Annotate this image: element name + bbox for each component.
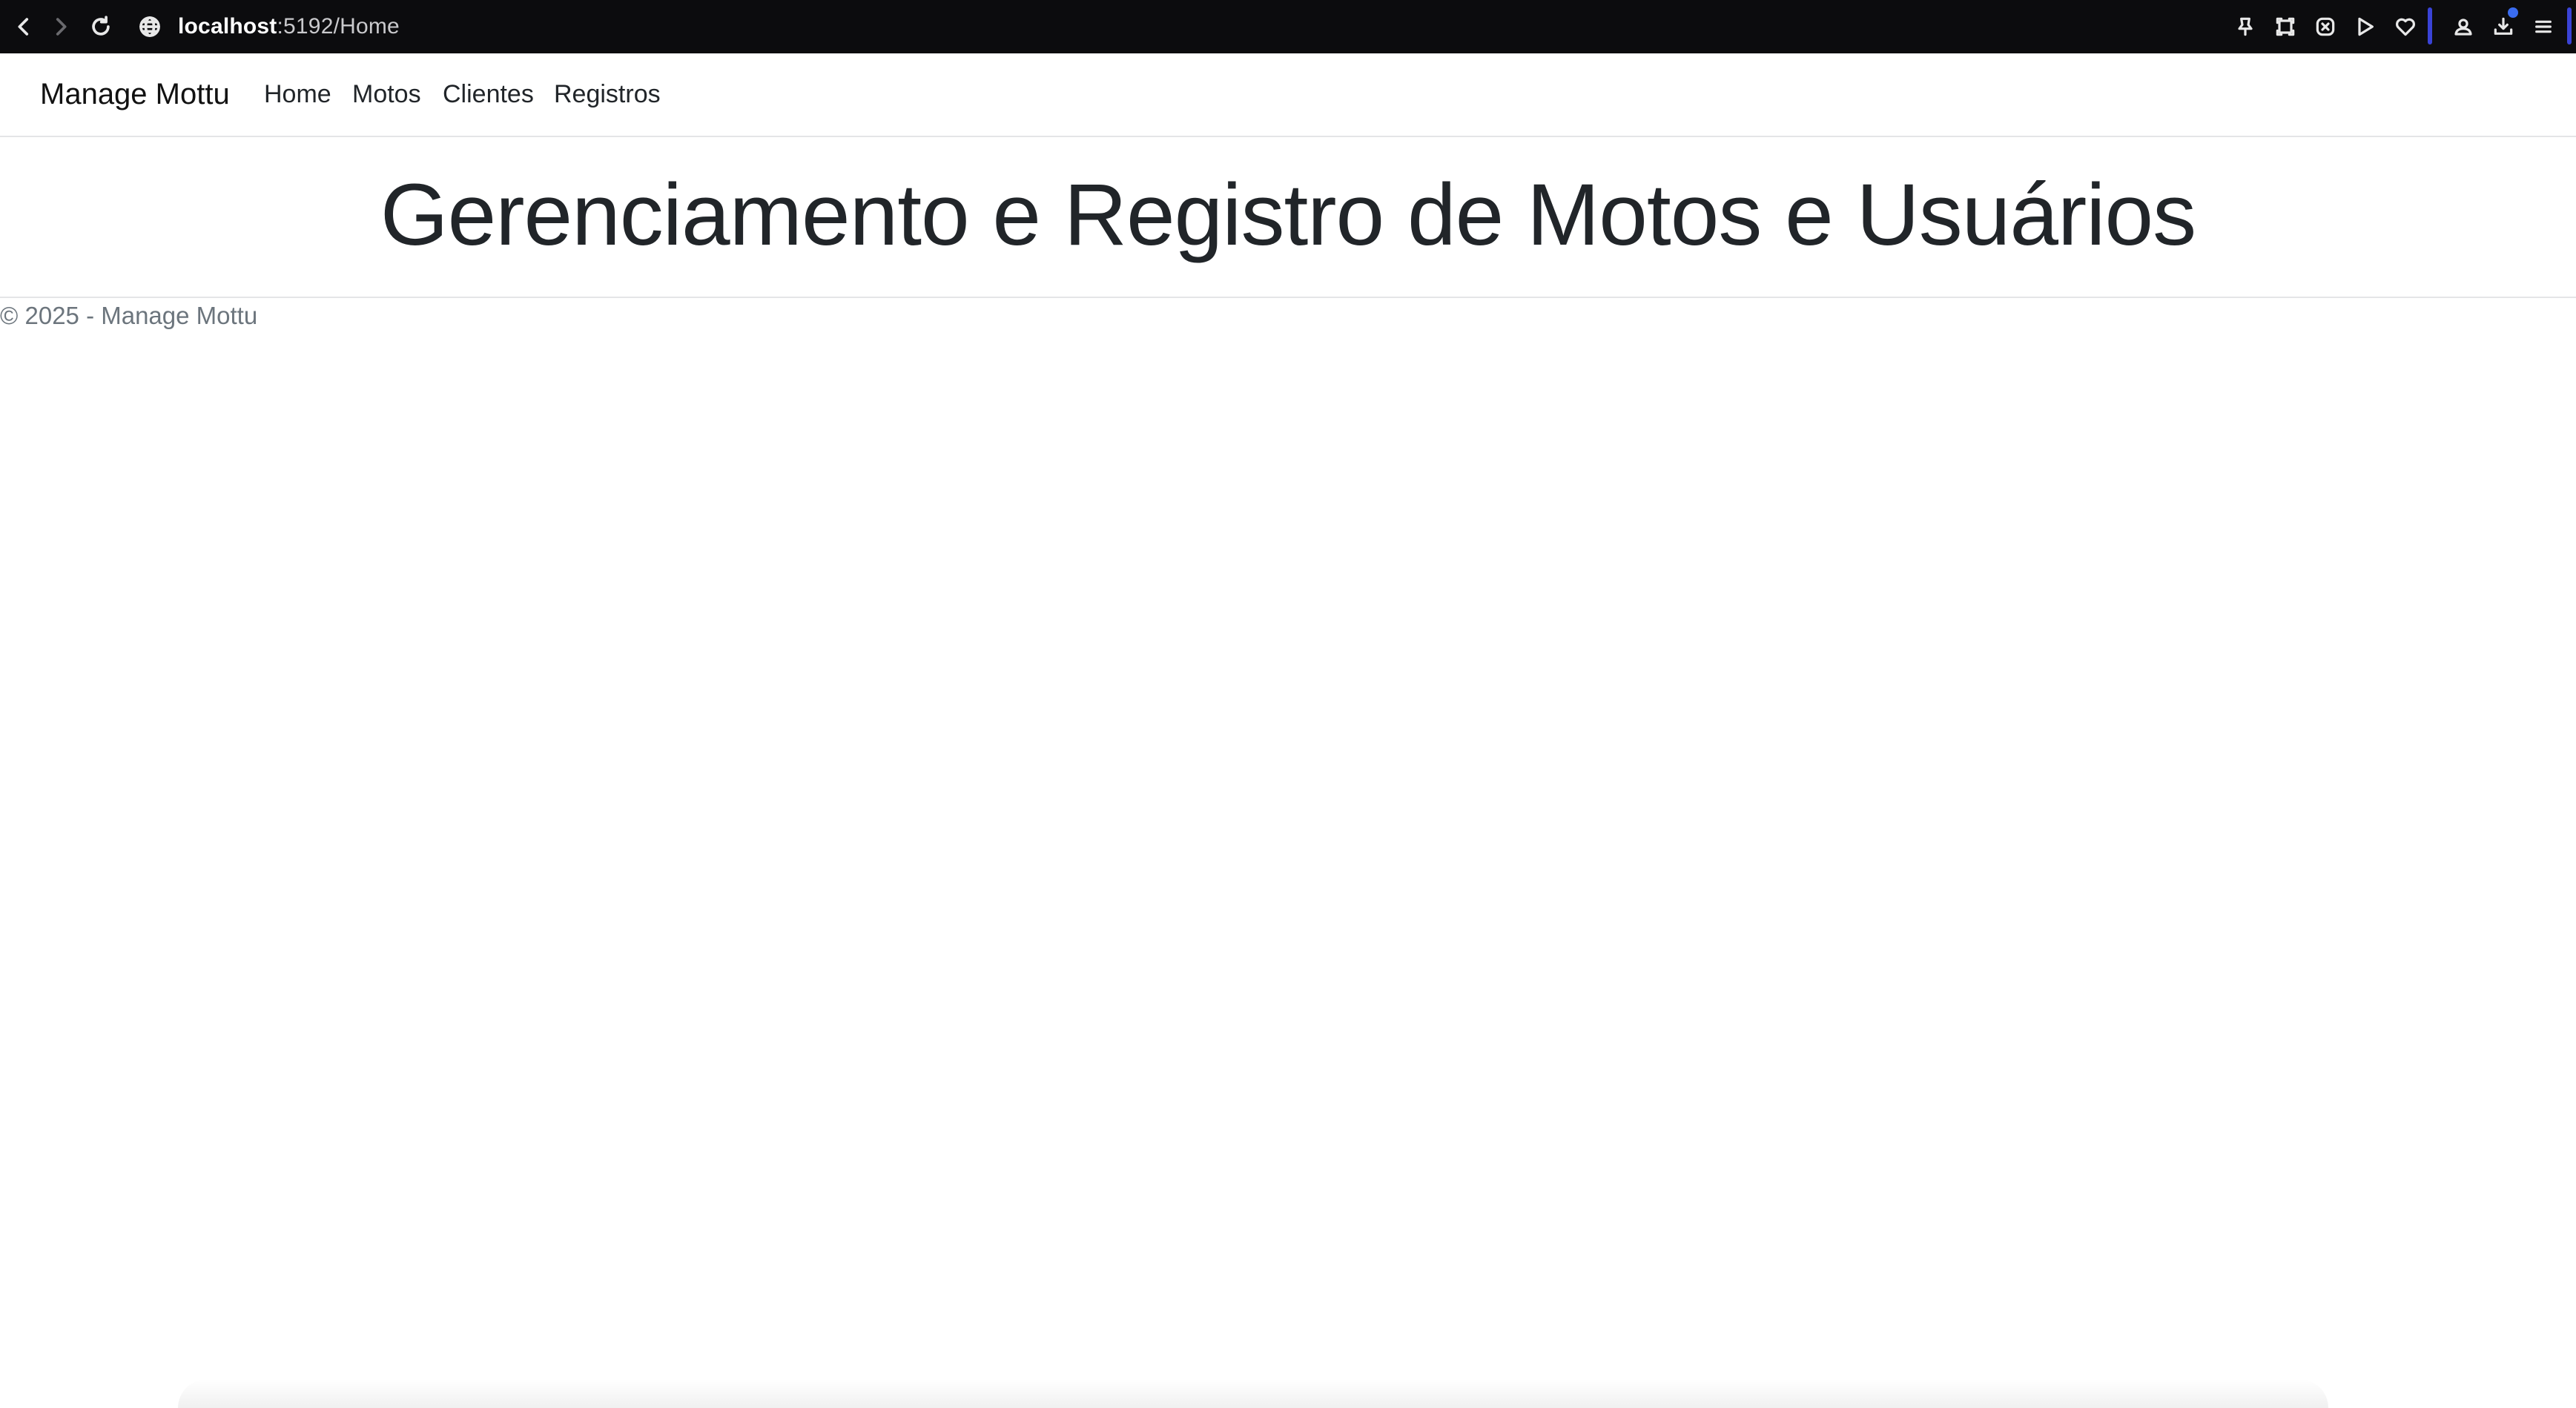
screenshot-button[interactable] [2270, 12, 2300, 42]
brand-link[interactable]: Manage Mottu [40, 76, 230, 113]
nav-link-registros[interactable]: Registros [554, 79, 661, 110]
nav-link-motos[interactable]: Motos [352, 79, 421, 110]
globe-icon [139, 16, 160, 37]
menu-button[interactable] [2529, 12, 2558, 42]
download-badge [2508, 7, 2518, 18]
browser-toolbar: localhost:5192/Home [0, 0, 2576, 53]
forward-button[interactable] [44, 10, 77, 43]
screenshot-icon [2276, 17, 2295, 36]
reload-icon [92, 16, 110, 36]
profile-button[interactable] [2448, 12, 2478, 42]
toolbar-edge [2567, 7, 2572, 44]
site-info-button[interactable] [133, 10, 166, 43]
nav-link-clientes[interactable]: Clientes [443, 79, 534, 110]
profile-icon [2454, 19, 2472, 36]
app-navbar: Manage Mottu Home Motos Clientes Registr… [0, 53, 2576, 137]
pin-icon [2238, 17, 2253, 36]
forward-icon [56, 18, 67, 36]
pin-button[interactable] [2230, 12, 2260, 42]
send-icon [2358, 17, 2374, 36]
reload-button[interactable] [85, 10, 117, 43]
heart-icon [2396, 18, 2415, 36]
download-icon [2494, 17, 2513, 35]
menu-icon [2535, 20, 2552, 33]
favorites-button[interactable] [2391, 12, 2420, 42]
footer-divider [0, 297, 2576, 298]
shield-button[interactable] [2311, 12, 2340, 42]
back-icon [18, 18, 29, 36]
window-shadow [178, 1379, 2328, 1408]
send-button[interactable] [2351, 12, 2380, 42]
footer-copyright: © 2025 - Manage Mottu [0, 302, 258, 329]
shield-icon [2316, 17, 2335, 36]
address-bar[interactable]: localhost:5192/Home [178, 13, 400, 40]
nav-link-home[interactable]: Home [264, 79, 331, 110]
page-title: Gerenciamento e Registro de Motos e Usuá… [380, 166, 2196, 264]
url-path: :5192/Home [277, 14, 400, 39]
toolbar-divider [2428, 7, 2432, 44]
url-host: localhost [178, 14, 277, 39]
back-button[interactable] [7, 10, 40, 43]
